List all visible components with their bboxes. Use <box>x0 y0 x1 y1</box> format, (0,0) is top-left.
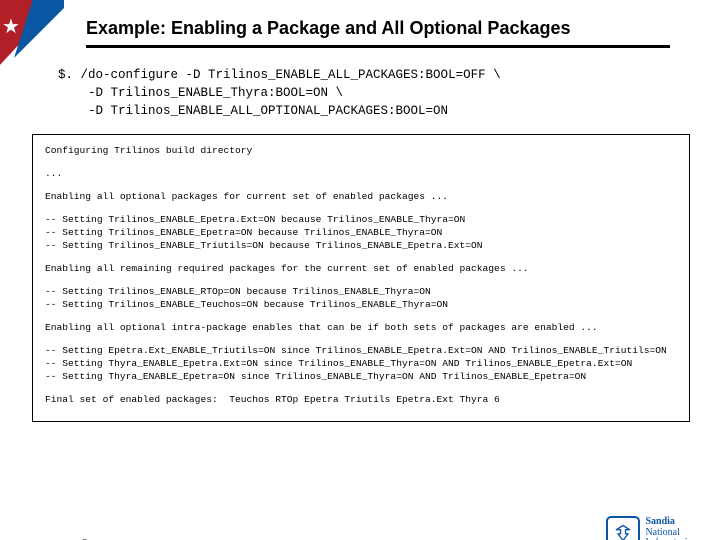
output-line: -- Setting Epetra.Ext_ENABLE_Triutils=ON… <box>45 345 677 384</box>
slide-title: Example: Enabling a Package and All Opti… <box>86 18 670 39</box>
output-line: Enabling all optional packages for curre… <box>45 191 677 204</box>
output-line: Enabling all remaining required packages… <box>45 263 677 276</box>
output-line: Final set of enabled packages: Teuchos R… <box>45 394 677 407</box>
command-block: $. /do-configure -D Trilinos_ENABLE_ALL_… <box>58 66 720 120</box>
star-icon: ★ <box>2 14 20 39</box>
title-underline <box>86 45 670 48</box>
thunderbird-icon <box>606 516 640 540</box>
output-line: -- Setting Trilinos_ENABLE_RTOp=ON becau… <box>45 286 677 312</box>
output-line: ... <box>45 168 677 181</box>
output-box: Configuring Trilinos build directory ...… <box>32 134 690 421</box>
output-line: Enabling all optional intra-package enab… <box>45 322 677 335</box>
output-line: -- Setting Trilinos_ENABLE_Epetra.Ext=ON… <box>45 214 677 253</box>
slide-accent-corner: ★ <box>0 0 64 66</box>
sandia-logo-text: Sandia National Laboratories <box>645 517 696 540</box>
sandia-logo: Sandia National Laboratories <box>606 516 696 540</box>
output-line: Configuring Trilinos build directory <box>45 145 677 158</box>
